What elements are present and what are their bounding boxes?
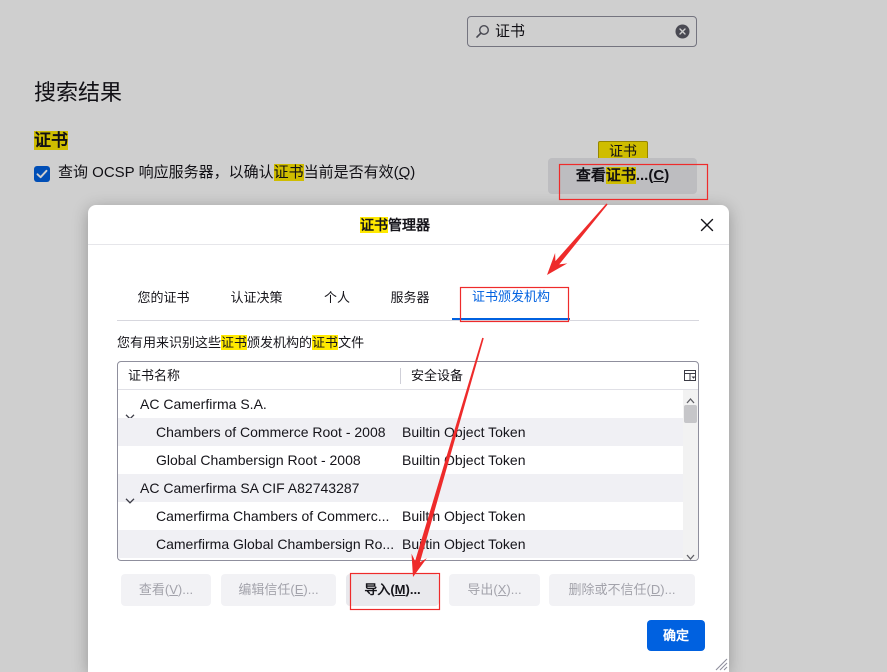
firefox-settings-window: 证书 搜索结果 证书 查询 OCSP 响应服务器，以确认证书当前是否有效(Q) … — [0, 0, 887, 672]
description-highlight: 证书 — [221, 335, 248, 350]
tree-row[interactable]: Camerfirma Global Chambersign Ro... Buil… — [118, 530, 683, 558]
tree-scrollbar[interactable] — [683, 390, 698, 560]
dialog-title: 证书管理器 — [88, 216, 702, 234]
import-button[interactable]: 导入(M)... — [346, 574, 439, 606]
button-label-pre: 查看( — [138, 582, 170, 597]
button-label-post: )... — [405, 582, 421, 597]
certificate-tree: 证书名称 安全设备 AC Camerfirma S.A. Chambers of… — [117, 361, 699, 561]
view-button[interactable]: 查看(V)... — [121, 574, 211, 606]
tree-cell-name: Camerfirma Chambers of Commerc... — [156, 508, 390, 524]
tree-cell-device: Builtin Object Token — [402, 536, 526, 552]
button-accesskey: D — [650, 582, 661, 597]
export-button[interactable]: 导出(X)... — [449, 574, 540, 606]
button-label-pre: 编辑信任( — [238, 582, 295, 597]
tree-cell-name: AC Camerfirma S.A. — [140, 396, 267, 412]
ok-button[interactable]: 确定 — [647, 620, 705, 651]
edit-trust-button[interactable]: 编辑信任(E)... — [221, 574, 336, 606]
button-accesskey: V — [169, 582, 178, 597]
chevron-down-icon[interactable] — [125, 401, 135, 420]
tab-authorities[interactable]: 证书颁发机构 — [452, 275, 570, 320]
button-label-pre: 导入( — [364, 582, 395, 597]
tree-group-row[interactable]: AC Camerfirma SA CIF A82743287 — [118, 474, 683, 504]
tab-description: 您有用来识别这些证书颁发机构的证书文件 — [117, 334, 364, 351]
tree-group-row[interactable]: AC Camerfirma S.A. — [118, 390, 683, 420]
delete-or-distrust-button[interactable]: 删除或不信任(D)... — [549, 574, 695, 606]
column-header-security-device[interactable]: 安全设备 — [401, 362, 681, 389]
tree-header: 证书名称 安全设备 — [118, 362, 698, 390]
dialog-title-rest: 管理器 — [388, 217, 430, 233]
description-highlight: 证书 — [312, 335, 339, 350]
button-label-pre: 导出( — [467, 582, 498, 597]
button-label-pre: 删除或不信任( — [568, 582, 651, 597]
button-label-post: )... — [660, 582, 676, 597]
tree-row[interactable]: Global Chambersign Root - 2008 Builtin O… — [118, 446, 683, 474]
tree-cell-device: Builtin Object Token — [402, 452, 526, 468]
certificate-manager-dialog: 证书管理器 您的证书 认证决策 个人 服务器 证书颁发机构 您有用来识别这些证书… — [88, 205, 729, 672]
tree-cell-device: Builtin Object Token — [402, 424, 526, 440]
button-label-post: )... — [506, 582, 522, 597]
tab-your-certificates[interactable]: 您的证书 — [117, 275, 210, 320]
resize-grip-icon[interactable] — [712, 655, 728, 671]
button-label-post: )... — [177, 582, 194, 597]
close-icon[interactable] — [700, 218, 714, 232]
tab-people[interactable]: 个人 — [309, 275, 365, 320]
tab-strip-border — [117, 320, 699, 321]
tree-cell-name: Camerfirma Global Chambersign Ro... — [156, 536, 395, 552]
column-picker-icon[interactable] — [684, 369, 697, 382]
dialog-title-highlight: 证书 — [360, 217, 388, 233]
tree-cell-device — [402, 474, 677, 502]
button-accesskey: M — [394, 582, 406, 597]
tree-cell-name: Chambers of Commerce Root - 2008 — [156, 424, 386, 440]
description-part: 您有用来识别这些 — [117, 335, 222, 350]
tab-authentication-decisions[interactable]: 认证决策 — [216, 275, 297, 320]
title-separator — [88, 244, 729, 245]
description-part: 文件 — [338, 335, 365, 350]
scroll-up-arrow-icon[interactable] — [686, 392, 695, 404]
tree-cell-device: Builtin Object Token — [402, 508, 526, 524]
tab-servers[interactable]: 服务器 — [378, 275, 442, 320]
tree-cell-name: AC Camerfirma SA CIF A82743287 — [140, 480, 360, 496]
chevron-down-icon[interactable] — [125, 485, 135, 504]
description-part: 颁发机构的 — [247, 335, 313, 350]
button-label-post: )... — [303, 582, 319, 597]
tree-row[interactable]: Chambers of Commerce Root - 2008 Builtin… — [118, 418, 683, 446]
column-header-certificate-name[interactable]: 证书名称 — [118, 362, 400, 389]
tree-cell-device — [402, 390, 677, 418]
scrollbar-thumb[interactable] — [684, 405, 697, 423]
tree-row[interactable]: Camerfirma Chambers of Commerc... Builti… — [118, 502, 683, 530]
scroll-down-arrow-icon[interactable] — [686, 548, 695, 560]
tree-cell-name: Global Chambersign Root - 2008 — [156, 452, 361, 468]
